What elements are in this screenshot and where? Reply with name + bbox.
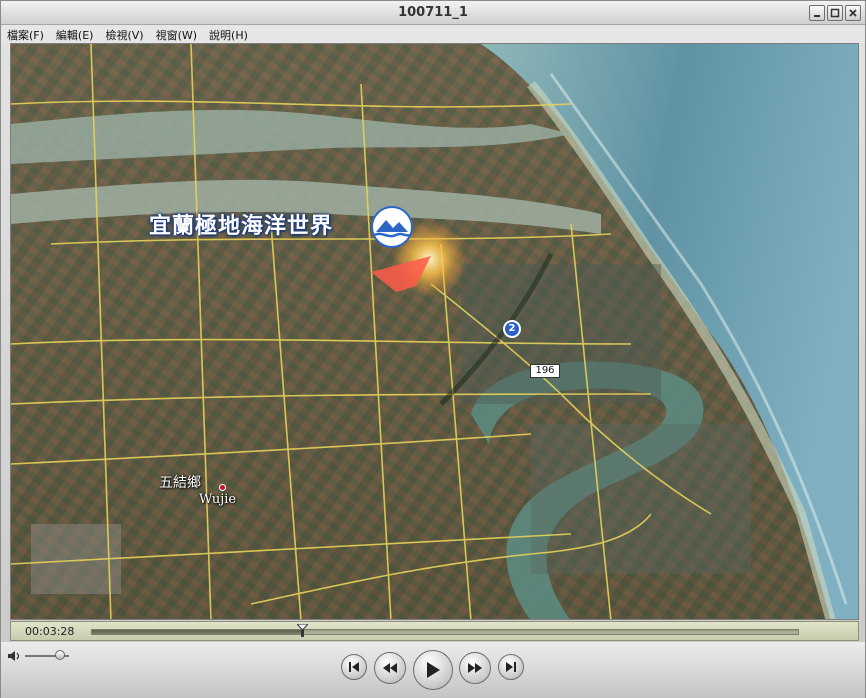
rewind-button[interactable] (374, 652, 406, 684)
window-buttons (809, 5, 861, 21)
current-time: 00:03:28 (25, 625, 75, 638)
rewind-icon (383, 663, 397, 673)
playhead-icon[interactable] (297, 624, 309, 637)
close-icon (849, 9, 857, 17)
close-button[interactable] (845, 5, 861, 21)
menu-edit[interactable]: 編輯(E) (56, 25, 100, 43)
place-marker (219, 484, 226, 491)
fast-forward-icon (468, 663, 482, 673)
volume-knob[interactable] (55, 650, 66, 660)
aerial-map-image (11, 44, 858, 619)
location-title: 宜蘭極地海洋世界 (149, 214, 334, 239)
menu-file[interactable]: 檔案(F) (7, 25, 50, 43)
minimize-icon (814, 15, 820, 17)
fast-forward-button[interactable] (459, 652, 491, 684)
skip-to-start-button[interactable] (341, 654, 367, 680)
minimize-button[interactable] (809, 5, 825, 21)
road-sign: 196 (530, 364, 560, 378)
video-frame[interactable]: 宜蘭極地海洋世界 2 196 五結鄉 Wujie (10, 43, 859, 620)
ocean-world-logo-icon (371, 206, 413, 248)
place-name-english: Wujie (199, 492, 237, 507)
seek-track[interactable] (91, 624, 799, 637)
window-title: 100711_1 (398, 5, 468, 20)
road-shield: 2 (503, 320, 521, 338)
maximize-button[interactable] (827, 5, 843, 21)
place-name-chinese: 五結鄉 (159, 475, 201, 491)
speaker-icon[interactable] (7, 650, 23, 662)
menu-view[interactable]: 檢視(V) (105, 25, 149, 43)
skip-to-end-icon (506, 662, 516, 672)
play-button[interactable] (413, 650, 453, 690)
maximize-icon (830, 8, 840, 18)
skip-to-start-icon (349, 662, 359, 672)
menu-help[interactable]: 說明(H) (209, 25, 254, 43)
control-bar (1, 642, 865, 698)
play-icon (427, 662, 440, 678)
progress-bar: 00:03:28 (10, 621, 859, 641)
title-bar[interactable]: 100711_1 (1, 1, 865, 25)
seek-track-played (92, 630, 303, 634)
player-window: 100711_1 檔案(F) 編輯(E) 檢視(V) 視窗(W) 說明(H) 宜… (0, 0, 866, 698)
menu-window[interactable]: 視窗(W) (156, 25, 203, 43)
skip-to-end-button[interactable] (498, 654, 524, 680)
menu-bar: 檔案(F) 編輯(E) 檢視(V) 視窗(W) 說明(H) (1, 25, 865, 43)
